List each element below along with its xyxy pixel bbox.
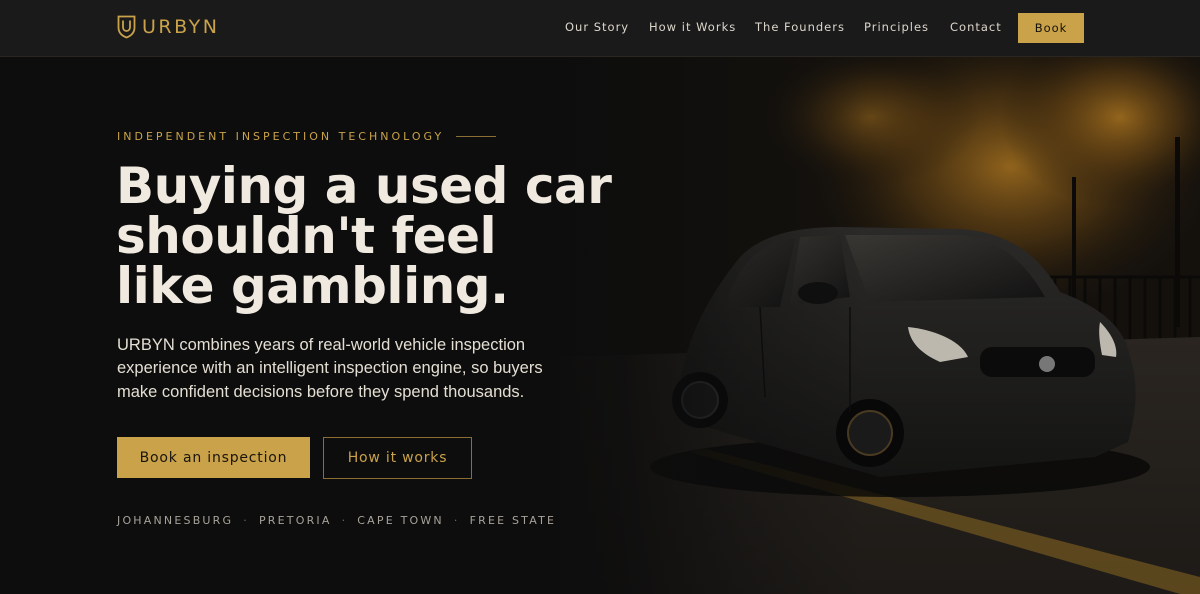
hero-section: INDEPENDENT INSPECTION TECHNOLOGY Buying… xyxy=(0,57,1200,594)
book-button[interactable]: Book xyxy=(1018,13,1084,43)
logo-link[interactable]: URBYN xyxy=(117,15,219,39)
city-separator: · xyxy=(453,514,460,527)
nav-link-the-founders[interactable]: The Founders xyxy=(755,20,845,34)
city-item: JOHANNESBURG xyxy=(117,514,234,527)
headline-line-1: Buying a used car xyxy=(116,157,612,215)
city-item: CAPE TOWN xyxy=(357,514,444,527)
book-inspection-button[interactable]: Book an inspection xyxy=(117,437,310,478)
city-item: PRETORIA xyxy=(258,514,332,527)
headline-line-3: like gambling. xyxy=(116,257,509,315)
shield-icon xyxy=(117,15,136,39)
site-header: URBYN Our Story How it Works The Founder… xyxy=(0,0,1200,57)
city-separator: · xyxy=(243,514,249,527)
eyebrow-text: INDEPENDENT INSPECTION TECHNOLOGY xyxy=(117,130,445,143)
eyebrow-divider xyxy=(456,136,497,137)
nav-link-how-it-works[interactable]: How it Works xyxy=(649,20,736,34)
brand-name: URBYN xyxy=(142,16,220,38)
nav-link-principles[interactable]: Principles xyxy=(864,20,929,34)
hero-headline: Buying a used car shouldn't feel like ga… xyxy=(116,161,636,311)
headline-line-2: shouldn't feel xyxy=(116,207,497,265)
eyebrow: INDEPENDENT INSPECTION TECHNOLOGY xyxy=(117,130,497,143)
city-separator: · xyxy=(341,514,348,527)
city-list: JOHANNESBURG · PRETORIA · CAPE TOWN · FR… xyxy=(117,514,556,527)
city-item: FREE STATE xyxy=(469,514,557,527)
nav-link-our-story[interactable]: Our Story xyxy=(565,20,629,34)
nav-link-contact[interactable]: Contact xyxy=(950,20,1002,34)
hero-intro: URBYN combines years of real-world vehic… xyxy=(117,336,543,401)
how-it-works-button[interactable]: How it works xyxy=(323,437,472,479)
